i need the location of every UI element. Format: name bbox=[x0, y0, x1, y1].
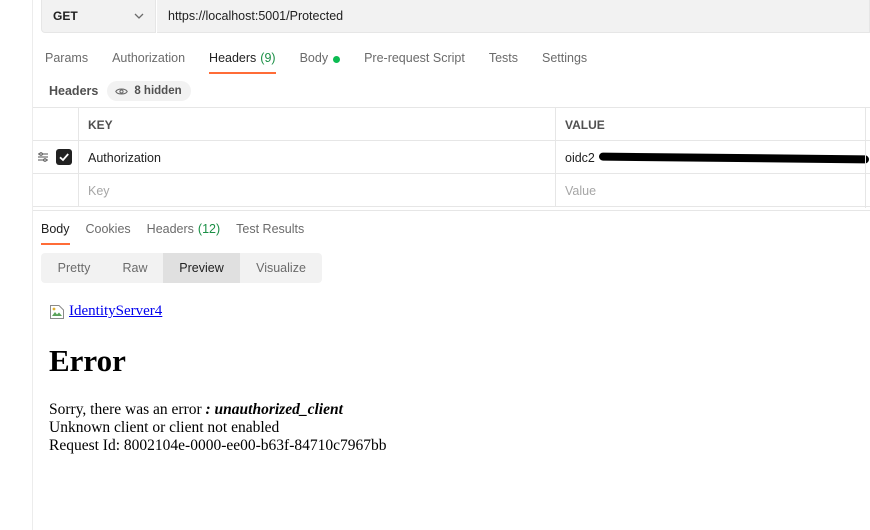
new-value-input[interactable]: Value bbox=[555, 174, 870, 207]
view-pretty[interactable]: Pretty bbox=[41, 253, 107, 283]
headers-table: KEY VALUE Authorization oidc2 Key Value bbox=[33, 107, 870, 208]
row-controls bbox=[33, 141, 78, 174]
hidden-headers-toggle[interactable]: 8 hidden bbox=[107, 81, 191, 101]
view-mode-selector: Pretty Raw Preview Visualize bbox=[41, 253, 322, 283]
header-value-cell[interactable]: oidc2 bbox=[555, 141, 870, 174]
header-enabled-checkbox[interactable] bbox=[56, 149, 72, 165]
error-heading: Error bbox=[49, 343, 126, 378]
error-line-2: Unknown client or client not enabled bbox=[49, 419, 280, 436]
view-preview-label: Preview bbox=[179, 261, 224, 275]
key-header-label: KEY bbox=[88, 117, 113, 132]
drag-column bbox=[33, 108, 78, 141]
error-message: Sorry, there was an error : unauthorized… bbox=[49, 401, 849, 455]
drag-handle-icon[interactable] bbox=[37, 151, 49, 163]
tab-headers[interactable]: Headers (9) bbox=[209, 48, 276, 74]
tab-test-results[interactable]: Test Results bbox=[236, 219, 304, 245]
tab-response-body-label: Body bbox=[41, 222, 70, 236]
tab-params[interactable]: Params bbox=[45, 48, 88, 74]
error-code: : unauthorized_client bbox=[205, 401, 343, 418]
tab-params-label: Params bbox=[45, 51, 89, 65]
tab-response-body[interactable]: Body bbox=[41, 219, 70, 245]
hidden-headers-label: 8 hidden bbox=[134, 85, 182, 97]
new-key-input[interactable]: Key bbox=[78, 174, 555, 207]
tab-pre-request-script[interactable]: Pre-request Script bbox=[364, 48, 465, 74]
brand-link[interactable]: IdentityServer4 bbox=[49, 303, 849, 320]
tab-response-headers-label: Headers bbox=[146, 222, 194, 236]
tab-response-headers[interactable]: Headers (12) bbox=[147, 219, 220, 245]
tab-body-label: Body bbox=[299, 51, 329, 65]
row-controls-empty bbox=[33, 174, 78, 207]
value-placeholder: Value bbox=[565, 183, 597, 198]
view-visualize[interactable]: Visualize bbox=[240, 253, 322, 283]
eye-icon bbox=[115, 87, 129, 95]
headers-subheader: Headers 8 hidden bbox=[49, 81, 191, 101]
broken-image-icon bbox=[50, 304, 64, 319]
request-id-line: Request Id: 8002104e-0000-ee00-b63f-8471… bbox=[49, 437, 387, 454]
tab-authorization-label: Authorization bbox=[112, 51, 186, 65]
view-raw[interactable]: Raw bbox=[107, 253, 163, 283]
checkmark-icon bbox=[59, 153, 69, 162]
method-label: GET bbox=[53, 9, 78, 23]
redaction-bar bbox=[598, 152, 869, 163]
table-edge bbox=[865, 108, 866, 208]
tab-test-results-label: Test Results bbox=[236, 222, 305, 236]
view-pretty-label: Pretty bbox=[57, 261, 91, 275]
view-visualize-label: Visualize bbox=[256, 261, 306, 275]
tab-headers-label: Headers bbox=[209, 51, 257, 65]
tab-tests[interactable]: Tests bbox=[489, 48, 518, 74]
body-indicator-dot bbox=[333, 56, 341, 63]
key-column-header: KEY bbox=[78, 108, 555, 141]
value-column-header: VALUE bbox=[555, 108, 870, 141]
view-raw-label: Raw bbox=[122, 261, 148, 275]
tab-pre-request-label: Pre-request Script bbox=[364, 51, 465, 65]
brand-link-text: IdentityServer4 bbox=[69, 303, 163, 319]
request-url-bar: GET https://localhost:5001/Protected bbox=[41, 0, 870, 33]
table-row: Authorization oidc2 bbox=[33, 141, 870, 174]
tab-cookies[interactable]: Cookies bbox=[86, 219, 131, 245]
error-prefix: Sorry, there was an error bbox=[49, 401, 206, 418]
table-new-row: Key Value bbox=[33, 174, 870, 207]
tab-body[interactable]: Body bbox=[300, 48, 341, 74]
response-preview: IdentityServer4 Error Sorry, there was a… bbox=[49, 303, 849, 455]
response-tabs: Body Cookies Headers (12) Test Results bbox=[41, 219, 320, 245]
header-key-cell[interactable]: Authorization bbox=[78, 141, 555, 174]
key-placeholder: Key bbox=[88, 183, 110, 198]
view-preview[interactable]: Preview bbox=[163, 253, 240, 283]
headers-section-title: Headers bbox=[49, 84, 99, 98]
header-value-text: oidc2 bbox=[565, 150, 595, 165]
method-select[interactable]: GET bbox=[41, 0, 156, 33]
tab-authorization[interactable]: Authorization bbox=[112, 48, 185, 74]
header-key-text: Authorization bbox=[88, 150, 161, 165]
tab-cookies-label: Cookies bbox=[85, 222, 131, 236]
table-header-row: KEY VALUE bbox=[33, 108, 870, 141]
request-tabs: Params Authorization Headers (9) Body Pre… bbox=[45, 48, 611, 74]
tab-tests-label: Tests bbox=[488, 51, 518, 65]
tab-settings[interactable]: Settings bbox=[542, 48, 587, 74]
chevron-down-icon bbox=[134, 13, 144, 19]
url-input[interactable]: https://localhost:5001/Protected bbox=[157, 0, 870, 33]
sidebar-gutter bbox=[0, 0, 33, 530]
error-line-1: Sorry, there was an error : unauthorized… bbox=[49, 401, 849, 419]
response-divider bbox=[33, 210, 870, 211]
url-text: https://localhost:5001/Protected bbox=[168, 9, 344, 23]
tab-headers-count: (9) bbox=[260, 51, 276, 65]
tab-settings-label: Settings bbox=[542, 51, 588, 65]
tab-response-headers-count: (12) bbox=[197, 222, 221, 236]
value-header-label: VALUE bbox=[565, 117, 605, 132]
